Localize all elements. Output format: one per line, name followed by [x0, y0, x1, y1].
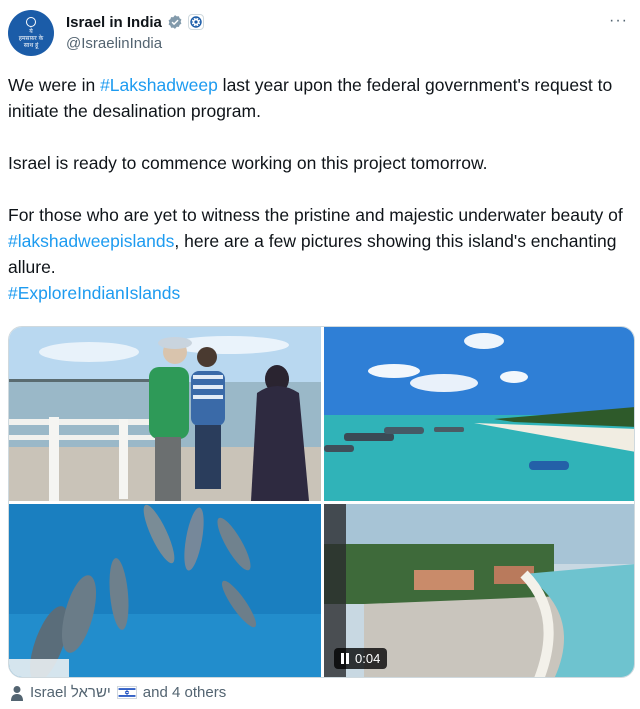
- hashtag-lakshadweep[interactable]: #Lakshadweep: [100, 75, 218, 95]
- avatar[interactable]: ये हमसफ़र के साथ हूं: [8, 10, 54, 56]
- tagged-others[interactable]: and 4 others: [143, 684, 226, 701]
- hashtag-lakshadweepislands[interactable]: #lakshadweepislands: [8, 231, 174, 251]
- tweet-text: We were in #Lakshadweep last year upon t…: [8, 72, 628, 306]
- tagged-name[interactable]: Israel ישראל: [30, 684, 111, 701]
- tweet-header: ये हमसफ़र के साथ हूं Israel in India @Is…: [8, 10, 632, 58]
- video-duration: 0:04: [355, 651, 381, 666]
- video-beach[interactable]: 0:04: [324, 504, 634, 677]
- photo-dolphins[interactable]: [9, 504, 321, 677]
- verified-badge-icon[interactable]: [167, 14, 183, 30]
- pause-icon[interactable]: [341, 653, 349, 664]
- person-icon: [11, 685, 23, 701]
- emblem-icon: [26, 17, 36, 27]
- handle[interactable]: @IsraelinIndia: [66, 35, 204, 52]
- paragraph-3: For those who are yet to witness the pri…: [8, 202, 628, 280]
- photo-lagoon-boats[interactable]: [324, 327, 634, 501]
- hashtag-exploreindianislands[interactable]: #ExploreIndianIslands: [8, 283, 180, 303]
- avatar-text-2: हमसफ़र के: [18, 35, 44, 42]
- display-name[interactable]: Israel in India: [66, 14, 162, 31]
- name-row: Israel in India: [66, 12, 204, 32]
- media-grid: 0:04: [8, 326, 635, 678]
- video-duration-badge[interactable]: 0:04: [334, 648, 388, 669]
- avatar-text-3: साथ हूं: [23, 42, 39, 49]
- more-options-icon[interactable]: ···: [609, 12, 628, 30]
- photo-jetty-visitors[interactable]: [9, 327, 321, 501]
- paragraph-1: We were in #Lakshadweep last year upon t…: [8, 72, 628, 124]
- israel-flag-icon: [116, 686, 137, 699]
- avatar-text-1: ये: [29, 28, 33, 35]
- tagged-users[interactable]: Israel ישראל and 4 others: [10, 684, 226, 701]
- text-segment: For those who are yet to witness the pri…: [8, 205, 623, 225]
- author-names: Israel in India @IsraelinIndia: [66, 12, 204, 52]
- affiliation-badge-icon[interactable]: [187, 14, 204, 30]
- paragraph-2: Israel is ready to commence working on t…: [8, 153, 488, 173]
- text-segment: We were in: [8, 75, 101, 95]
